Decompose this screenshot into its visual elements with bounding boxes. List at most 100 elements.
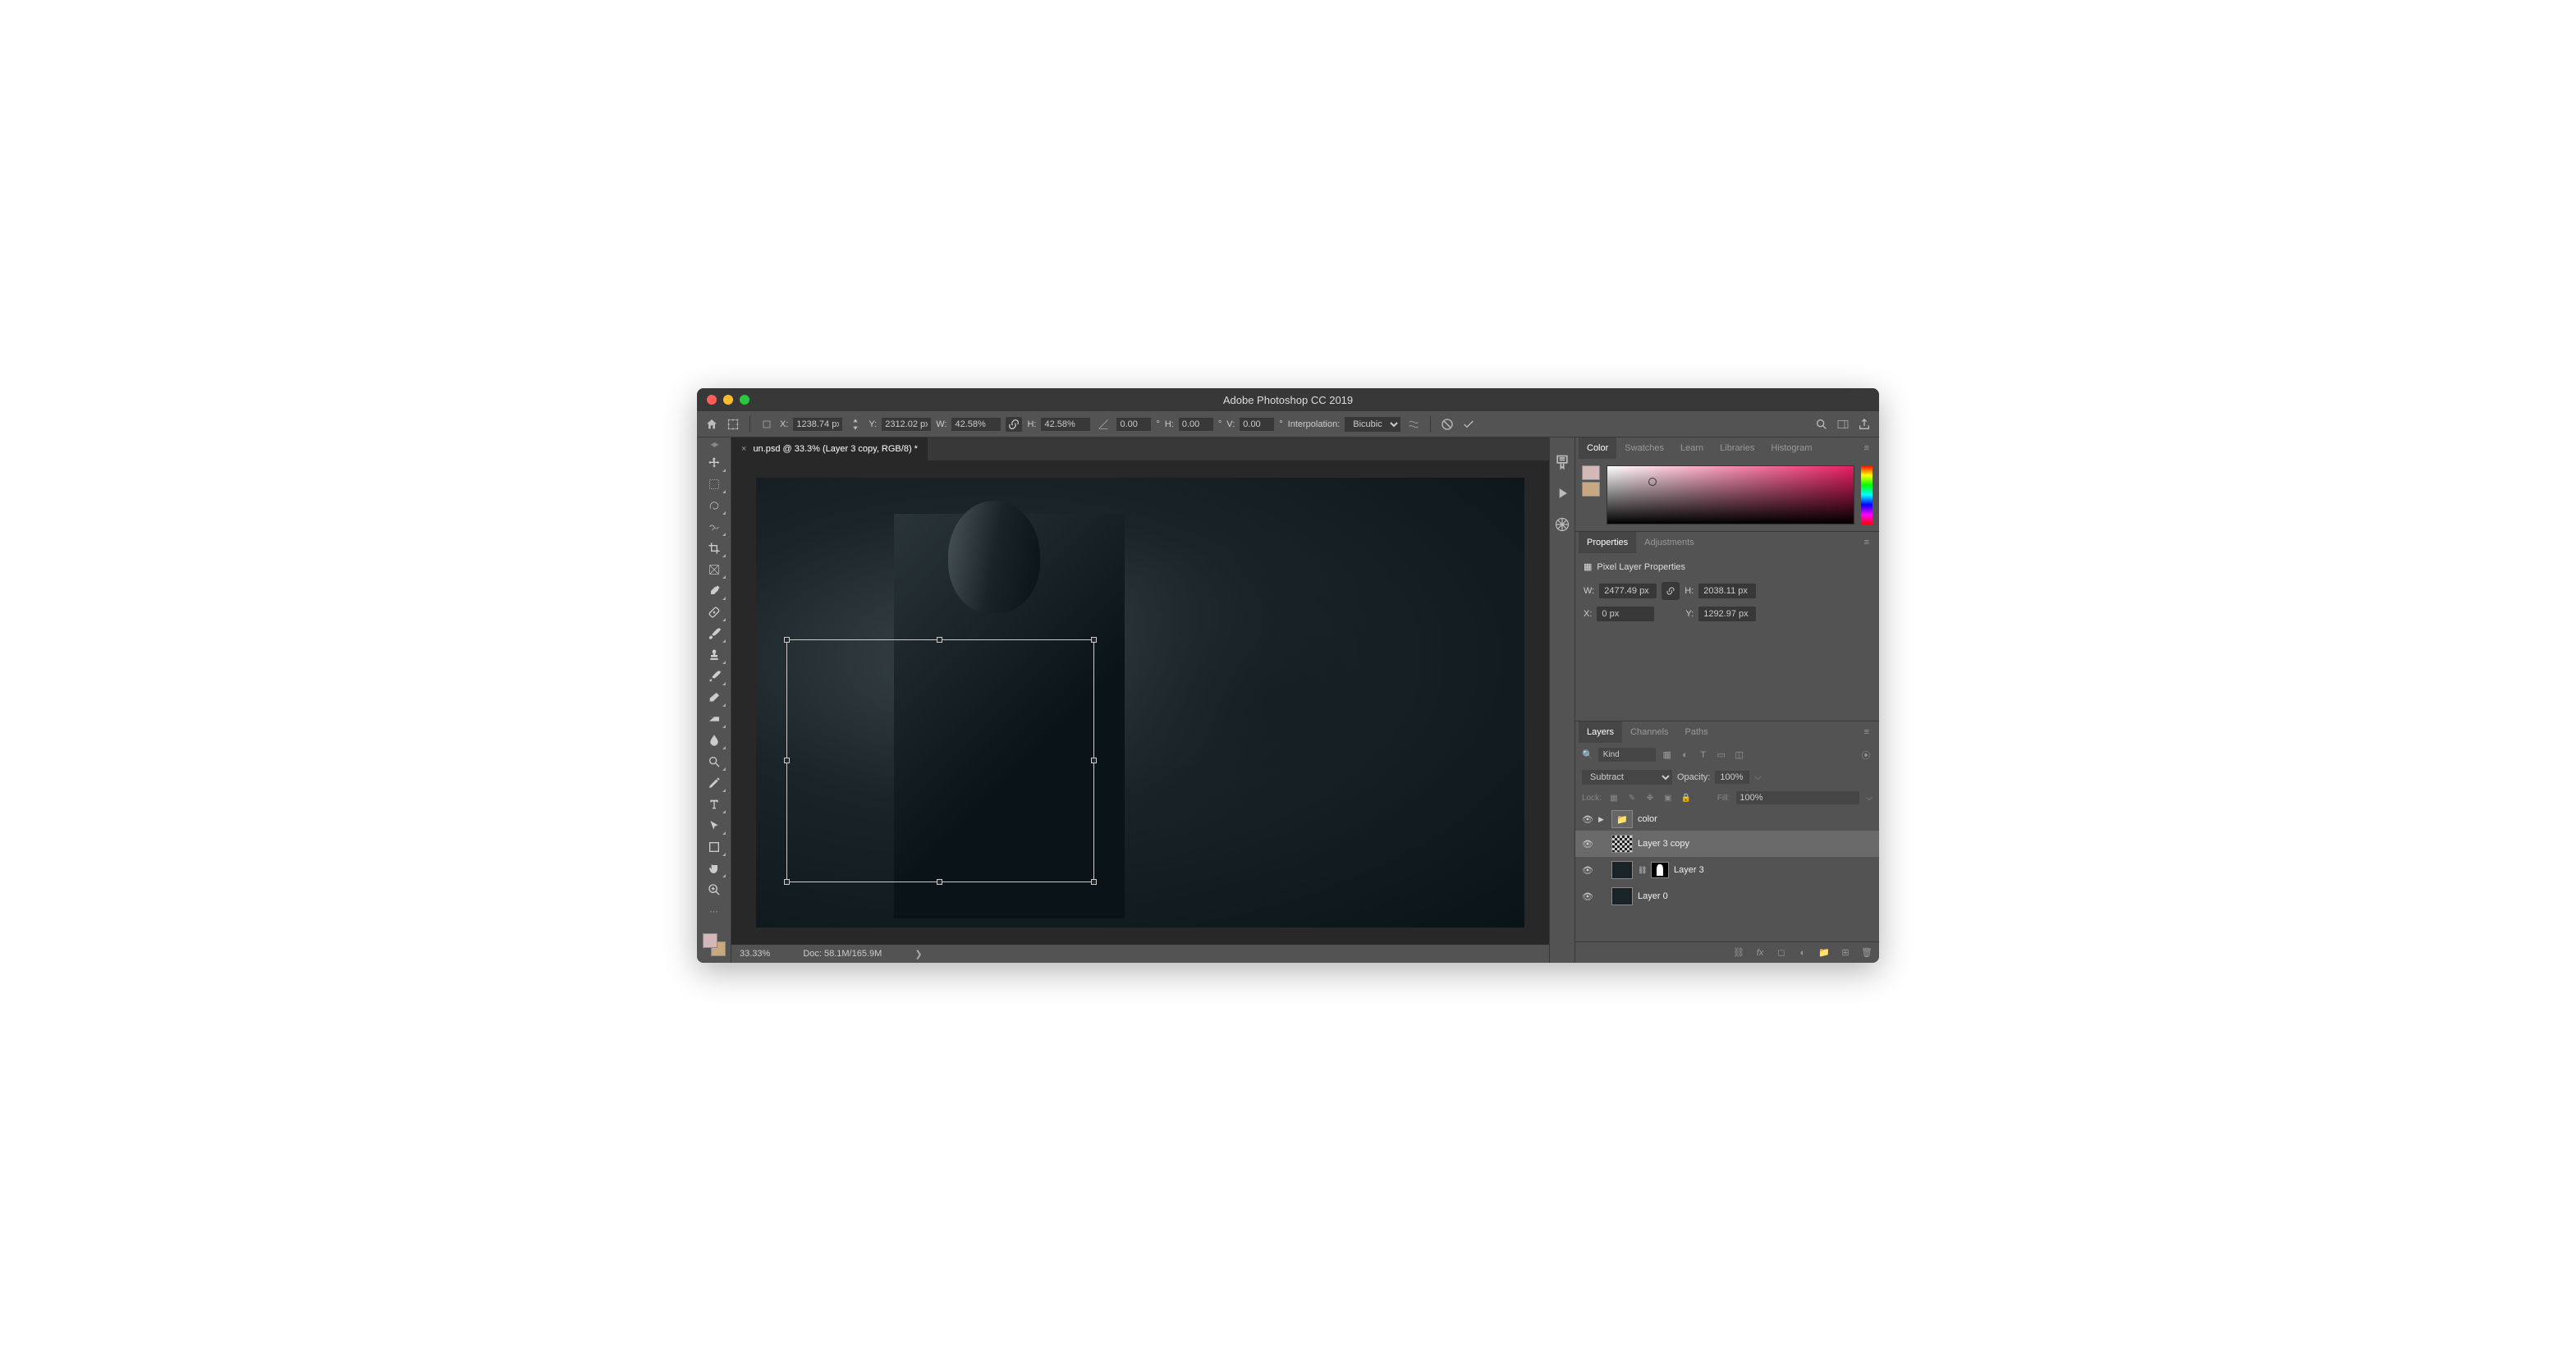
commit-transform-button[interactable] — [1460, 416, 1477, 433]
visibility-icon[interactable]: 👁 — [1582, 839, 1593, 850]
picker-cursor[interactable] — [1648, 478, 1657, 486]
fg-color-swatch[interactable] — [703, 933, 717, 948]
layer-name[interactable]: Layer 0 — [1638, 891, 1668, 901]
skew-h-input[interactable] — [1179, 418, 1213, 431]
frame-tool[interactable] — [702, 560, 727, 579]
transform-handle[interactable] — [1091, 637, 1097, 643]
shape-tool[interactable] — [702, 837, 727, 857]
quick-select-tool[interactable] — [702, 517, 727, 537]
prop-y-input[interactable] — [1698, 607, 1756, 621]
layer-name[interactable]: Layer 3 — [1674, 865, 1704, 875]
minimize-window-button[interactable] — [723, 395, 733, 405]
tab-learn[interactable]: Learn — [1672, 437, 1712, 459]
blur-tool[interactable] — [702, 730, 727, 750]
share-icon[interactable] — [1856, 416, 1872, 433]
layer-thumbnail[interactable] — [1611, 861, 1633, 879]
mask-link-icon[interactable]: ⛓ — [1638, 866, 1646, 875]
history-brush-tool[interactable] — [702, 666, 727, 686]
layer-row[interactable]: 👁 ▶ 📁 color — [1575, 808, 1879, 831]
transform-handle[interactable] — [937, 879, 942, 885]
hand-tool[interactable] — [702, 859, 727, 878]
warp-icon[interactable] — [1405, 416, 1422, 433]
group-icon[interactable]: 📁 — [1818, 947, 1830, 959]
panel-menu-icon[interactable]: ≡ — [1858, 443, 1876, 453]
transform-handle[interactable] — [1091, 879, 1097, 885]
close-window-button[interactable] — [707, 395, 717, 405]
path-select-tool[interactable] — [702, 816, 727, 836]
tab-layers[interactable]: Layers — [1579, 721, 1622, 743]
eraser-tool[interactable] — [702, 688, 727, 708]
toolbar-grip[interactable]: ◀▶ — [710, 441, 717, 448]
canvas[interactable] — [731, 460, 1549, 945]
tab-channels[interactable]: Channels — [1622, 721, 1676, 743]
prop-h-input[interactable] — [1698, 584, 1756, 598]
hue-slider[interactable] — [1861, 465, 1872, 524]
x-input[interactable] — [793, 418, 842, 431]
blend-mode-select[interactable]: Subtract — [1582, 770, 1672, 785]
panel-bg-swatch[interactable] — [1582, 482, 1600, 497]
eyedropper-tool[interactable] — [702, 581, 727, 601]
new-layer-icon[interactable]: ⊞ — [1840, 947, 1851, 959]
filter-pixel-icon[interactable]: ▦ — [1661, 749, 1674, 762]
layer-thumbnail[interactable] — [1611, 887, 1633, 905]
tab-libraries[interactable]: Libraries — [1712, 437, 1762, 459]
visibility-icon[interactable]: 👁 — [1582, 891, 1593, 902]
layer-row[interactable]: 👁 Layer 3 copy — [1575, 831, 1879, 857]
layer-thumbnail[interactable] — [1611, 835, 1633, 853]
filter-toggle[interactable]: ⦿ — [1859, 749, 1872, 762]
filter-shape-icon[interactable]: ▭ — [1715, 749, 1728, 762]
panel-menu-icon[interactable]: ≡ — [1858, 727, 1876, 737]
color-picker[interactable] — [1607, 465, 1854, 524]
tab-adjustments[interactable]: Adjustments — [1636, 532, 1703, 553]
trash-icon[interactable]: 🗑 — [1861, 947, 1872, 959]
expand-arrow-icon[interactable]: ▶ — [1598, 815, 1607, 824]
navigator-panel-icon[interactable] — [1554, 516, 1570, 533]
edit-toolbar[interactable]: ⋯ — [702, 901, 727, 921]
workspace-icon[interactable] — [1835, 416, 1851, 433]
healing-tool[interactable] — [702, 602, 727, 622]
filter-smart-icon[interactable]: ◫ — [1733, 749, 1746, 762]
color-swatches[interactable] — [703, 933, 726, 956]
angle-input[interactable] — [1116, 418, 1151, 431]
transform-handle[interactable] — [1091, 758, 1097, 763]
status-menu-icon[interactable]: ❯ — [914, 949, 922, 959]
link-layers-icon[interactable]: ⛓ — [1733, 947, 1744, 959]
lock-paint-icon[interactable]: ✎ — [1626, 792, 1638, 804]
interp-select[interactable]: Bicubic — [1345, 417, 1400, 432]
reference-point-icon[interactable] — [725, 416, 741, 433]
brush-tool[interactable] — [702, 624, 727, 643]
type-tool[interactable] — [702, 795, 727, 814]
adjustment-layer-icon[interactable]: ◐ — [1797, 947, 1808, 959]
prop-w-input[interactable] — [1599, 584, 1657, 598]
layer-mask-thumbnail[interactable] — [1651, 862, 1669, 878]
marquee-tool[interactable] — [702, 474, 727, 494]
document-tab[interactable]: × un.psd @ 33.3% (Layer 3 copy, RGB/8) * — [731, 437, 928, 460]
link-wh-button[interactable] — [1006, 417, 1022, 432]
visibility-icon[interactable]: 👁 — [1582, 865, 1593, 876]
tab-swatches[interactable]: Swatches — [1616, 437, 1672, 459]
actions-panel-icon[interactable] — [1554, 485, 1570, 501]
lock-all-icon[interactable]: 🔒 — [1680, 792, 1692, 804]
swap-xy-icon[interactable] — [847, 416, 864, 433]
close-tab-icon[interactable]: × — [741, 444, 746, 454]
history-panel-icon[interactable] — [1554, 454, 1570, 470]
panel-fg-swatch[interactable] — [1582, 465, 1600, 480]
chevron-down-icon[interactable]: ⌵ — [1754, 772, 1761, 783]
tab-properties[interactable]: Properties — [1579, 532, 1636, 553]
layer-name[interactable]: Layer 3 copy — [1638, 839, 1689, 849]
filter-adjust-icon[interactable]: ◐ — [1679, 749, 1692, 762]
zoom-level[interactable]: 33.33% — [740, 949, 770, 959]
fill-input[interactable] — [1736, 791, 1859, 804]
tab-paths[interactable]: Paths — [1677, 721, 1717, 743]
lock-artboard-icon[interactable]: ▣ — [1662, 792, 1674, 804]
layer-filter-kind[interactable] — [1598, 748, 1656, 762]
y-input[interactable] — [882, 418, 931, 431]
lasso-tool[interactable] — [702, 496, 727, 515]
pen-tool[interactable] — [702, 773, 727, 793]
transform-handle[interactable] — [784, 758, 790, 763]
maximize-window-button[interactable] — [740, 395, 749, 405]
stamp-tool[interactable] — [702, 645, 727, 665]
relative-position-icon[interactable] — [759, 416, 775, 433]
move-tool[interactable] — [702, 453, 727, 473]
layer-row[interactable]: 👁 ⛓ Layer 3 — [1575, 857, 1879, 883]
